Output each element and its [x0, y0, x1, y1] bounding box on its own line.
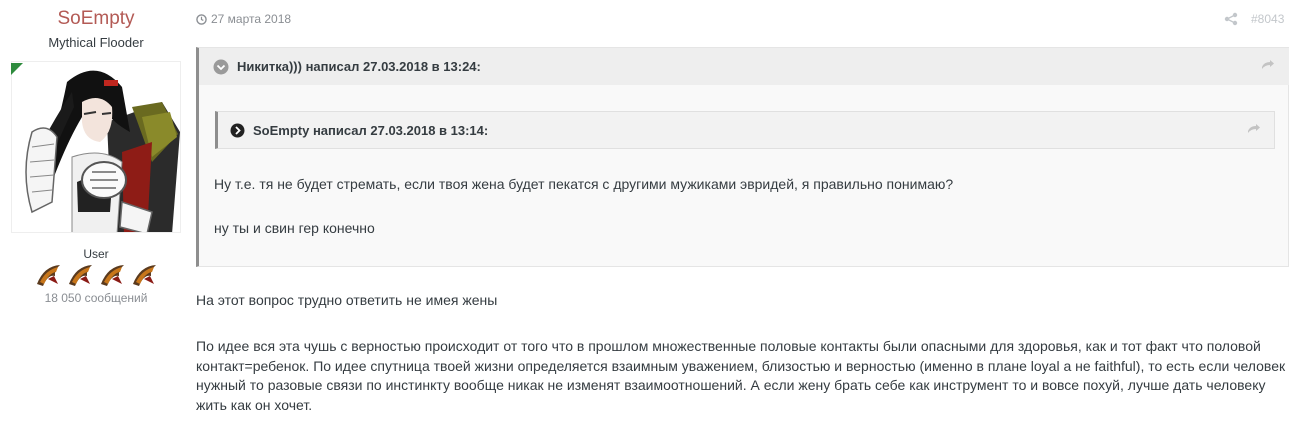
nested-quote-citation[interactable]: SoEmpty написал 27.03.2018 в 13:14:: [215, 111, 1275, 149]
author-name[interactable]: SoEmpty: [0, 8, 192, 30]
clock-icon: [196, 13, 207, 25]
chevron-right-icon[interactable]: [230, 123, 245, 138]
quote-block: Никитка))) написал 27.03.2018 в 13:24: S…: [196, 47, 1289, 267]
post-count[interactable]: 18 050 сообщений: [0, 291, 192, 305]
author-panel: SoEmpty Mythical Flooder User 18 050 соо…: [0, 0, 192, 430]
reply-arrow-icon[interactable]: [1247, 124, 1261, 136]
post-paragraph: По идее вся эта чушь с верностью происхо…: [196, 338, 1286, 413]
avatar[interactable]: [11, 61, 181, 233]
post-number-link[interactable]: #8043: [1251, 12, 1284, 26]
quote-text-line: ну ты и свин гер конечно: [214, 220, 375, 236]
author-title: Mythical Flooder: [48, 35, 144, 50]
nested-quote-citation-text: SoEmpty написал 27.03.2018 в 13:14:: [253, 122, 489, 138]
claw-rank-icon: [69, 265, 92, 286]
author-group: User: [83, 247, 109, 261]
quote-text-line: Ну т.е. тя не будет стремать, если твоя …: [214, 176, 954, 192]
claw-rank-icon: [37, 265, 60, 286]
claw-rank-icon: [101, 265, 124, 286]
post-date[interactable]: 27 марта 2018: [196, 12, 291, 26]
rank-badges: [34, 262, 160, 288]
claw-rank-icon: [133, 265, 156, 286]
anime-avatar-image: [12, 62, 180, 232]
post-date-text: 27 марта 2018: [211, 12, 292, 26]
post-paragraph: На этот вопрос трудно ответить не имея ж…: [196, 292, 498, 308]
quote-citation[interactable]: Никитка))) написал 27.03.2018 в 13:24:: [199, 48, 1289, 85]
online-indicator: [11, 63, 23, 75]
reply-arrow-icon[interactable]: [1261, 60, 1275, 72]
share-icon[interactable]: [1224, 12, 1238, 26]
chevron-down-icon[interactable]: [213, 59, 229, 75]
quote-citation-text: Никитка))) написал 27.03.2018 в 13:24:: [237, 59, 481, 74]
